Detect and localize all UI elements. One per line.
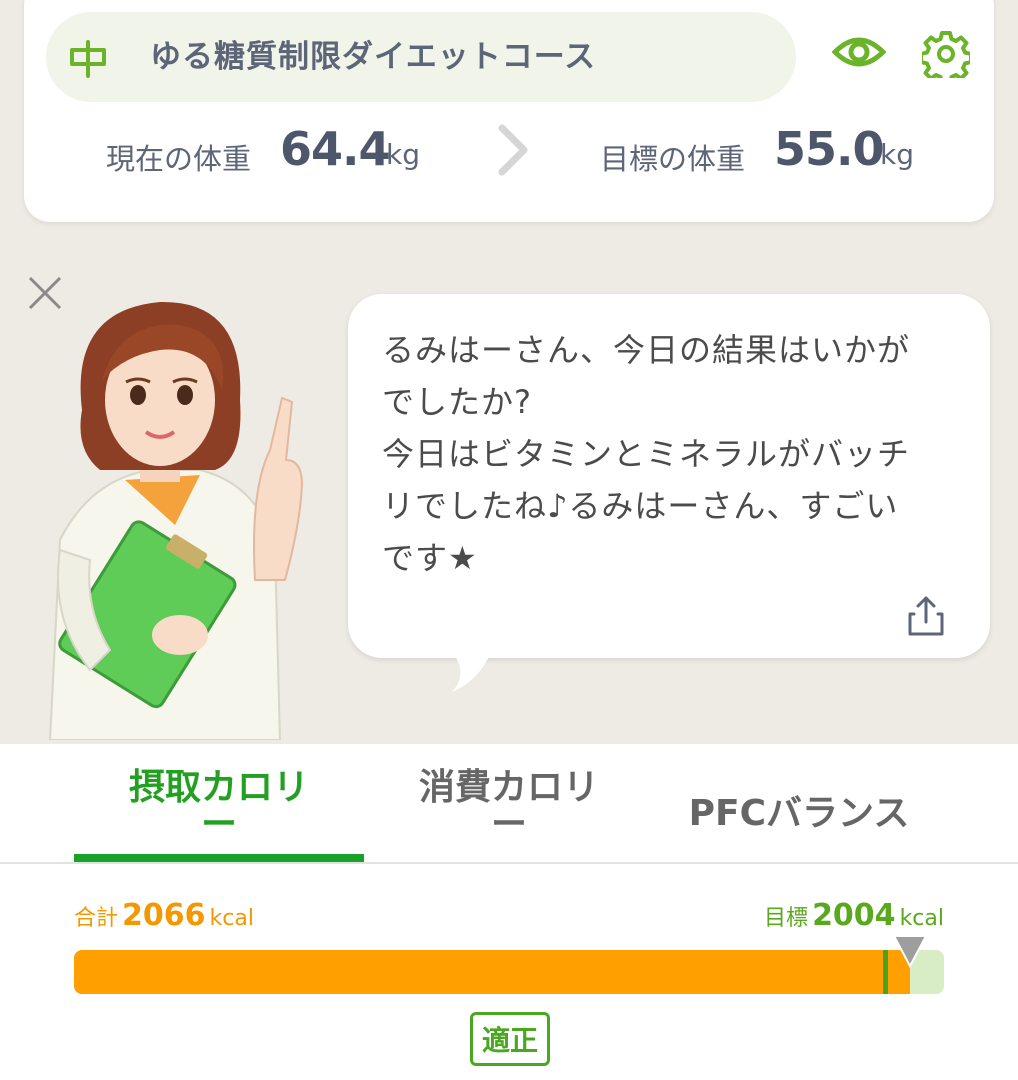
active-tab-indicator <box>74 854 364 862</box>
tab-label-continued: ー <box>490 804 527 845</box>
advice-bubble: るみはーさん、今日の結果はいかが でしたか? 今日はビタミンとミネラルがバッチ … <box>348 294 990 658</box>
total-value: 2066 <box>122 898 206 933</box>
tab-label: PFCバランス <box>688 793 910 834</box>
current-weight-value: 64.4 <box>280 122 390 176</box>
calorie-progress-bar <box>74 950 944 994</box>
current-weight-unit: kg <box>386 138 420 171</box>
current-weight-label: 現在の体重 <box>106 142 252 176</box>
course-name: ゆる糖質制限ダイエットコース <box>150 39 597 75</box>
weight-row: 現在の体重 64.4 kg 目標の体重 55.0 kg <box>24 118 994 198</box>
target-line <box>882 950 888 994</box>
signpost-icon <box>70 40 106 78</box>
course-pill[interactable]: ゆる糖質制限ダイエットコース <box>46 12 796 102</box>
tab-label: 消費カロリ <box>418 767 599 808</box>
total-unit: kcal <box>209 906 254 931</box>
target-calories: 目標 2004 kcal <box>764 898 944 933</box>
target-weight-unit: kg <box>880 138 914 171</box>
tab-bar: 摂取カロリ ー 消費カロリ ー PFCバランス <box>0 744 1018 864</box>
course-card: ゆる糖質制限ダイエットコース 現在の体重 64.4 kg 目標の体重 55.0 … <box>24 0 994 222</box>
status-badge: 適正 <box>470 1012 550 1066</box>
tab-burned-calories[interactable]: 消費カロリ ー <box>364 744 654 862</box>
screen: ゆる糖質制限ダイエットコース 現在の体重 64.4 kg 目標の体重 55.0 … <box>0 0 1018 1080</box>
target-label: 目標 <box>764 906 809 931</box>
target-marker-icon <box>892 935 928 968</box>
total-label: 合計 <box>74 906 119 931</box>
eye-icon[interactable] <box>832 32 886 72</box>
tab-intake-calories[interactable]: 摂取カロリ ー <box>74 744 364 862</box>
tab-label-continued: ー <box>200 804 237 845</box>
target-value: 2004 <box>812 898 896 933</box>
total-calories: 合計 2066 kcal <box>74 898 254 933</box>
target-weight-value: 55.0 <box>774 122 884 176</box>
tab-pfc-balance[interactable]: PFCバランス <box>654 744 944 862</box>
advisor-illustration <box>48 301 304 740</box>
gear-icon[interactable] <box>922 30 970 78</box>
advice-message: るみはーさん、今日の結果はいかが でしたか? 今日はビタミンとミネラルがバッチ … <box>382 331 911 577</box>
tab-label: 摂取カロリ <box>128 767 309 808</box>
target-weight-label: 目標の体重 <box>600 142 746 176</box>
calorie-progress-fill <box>74 950 910 994</box>
bubble-tail <box>450 650 492 692</box>
target-unit: kcal <box>899 906 944 931</box>
chevron-right-icon <box>498 124 528 176</box>
share-icon[interactable] <box>904 594 948 638</box>
